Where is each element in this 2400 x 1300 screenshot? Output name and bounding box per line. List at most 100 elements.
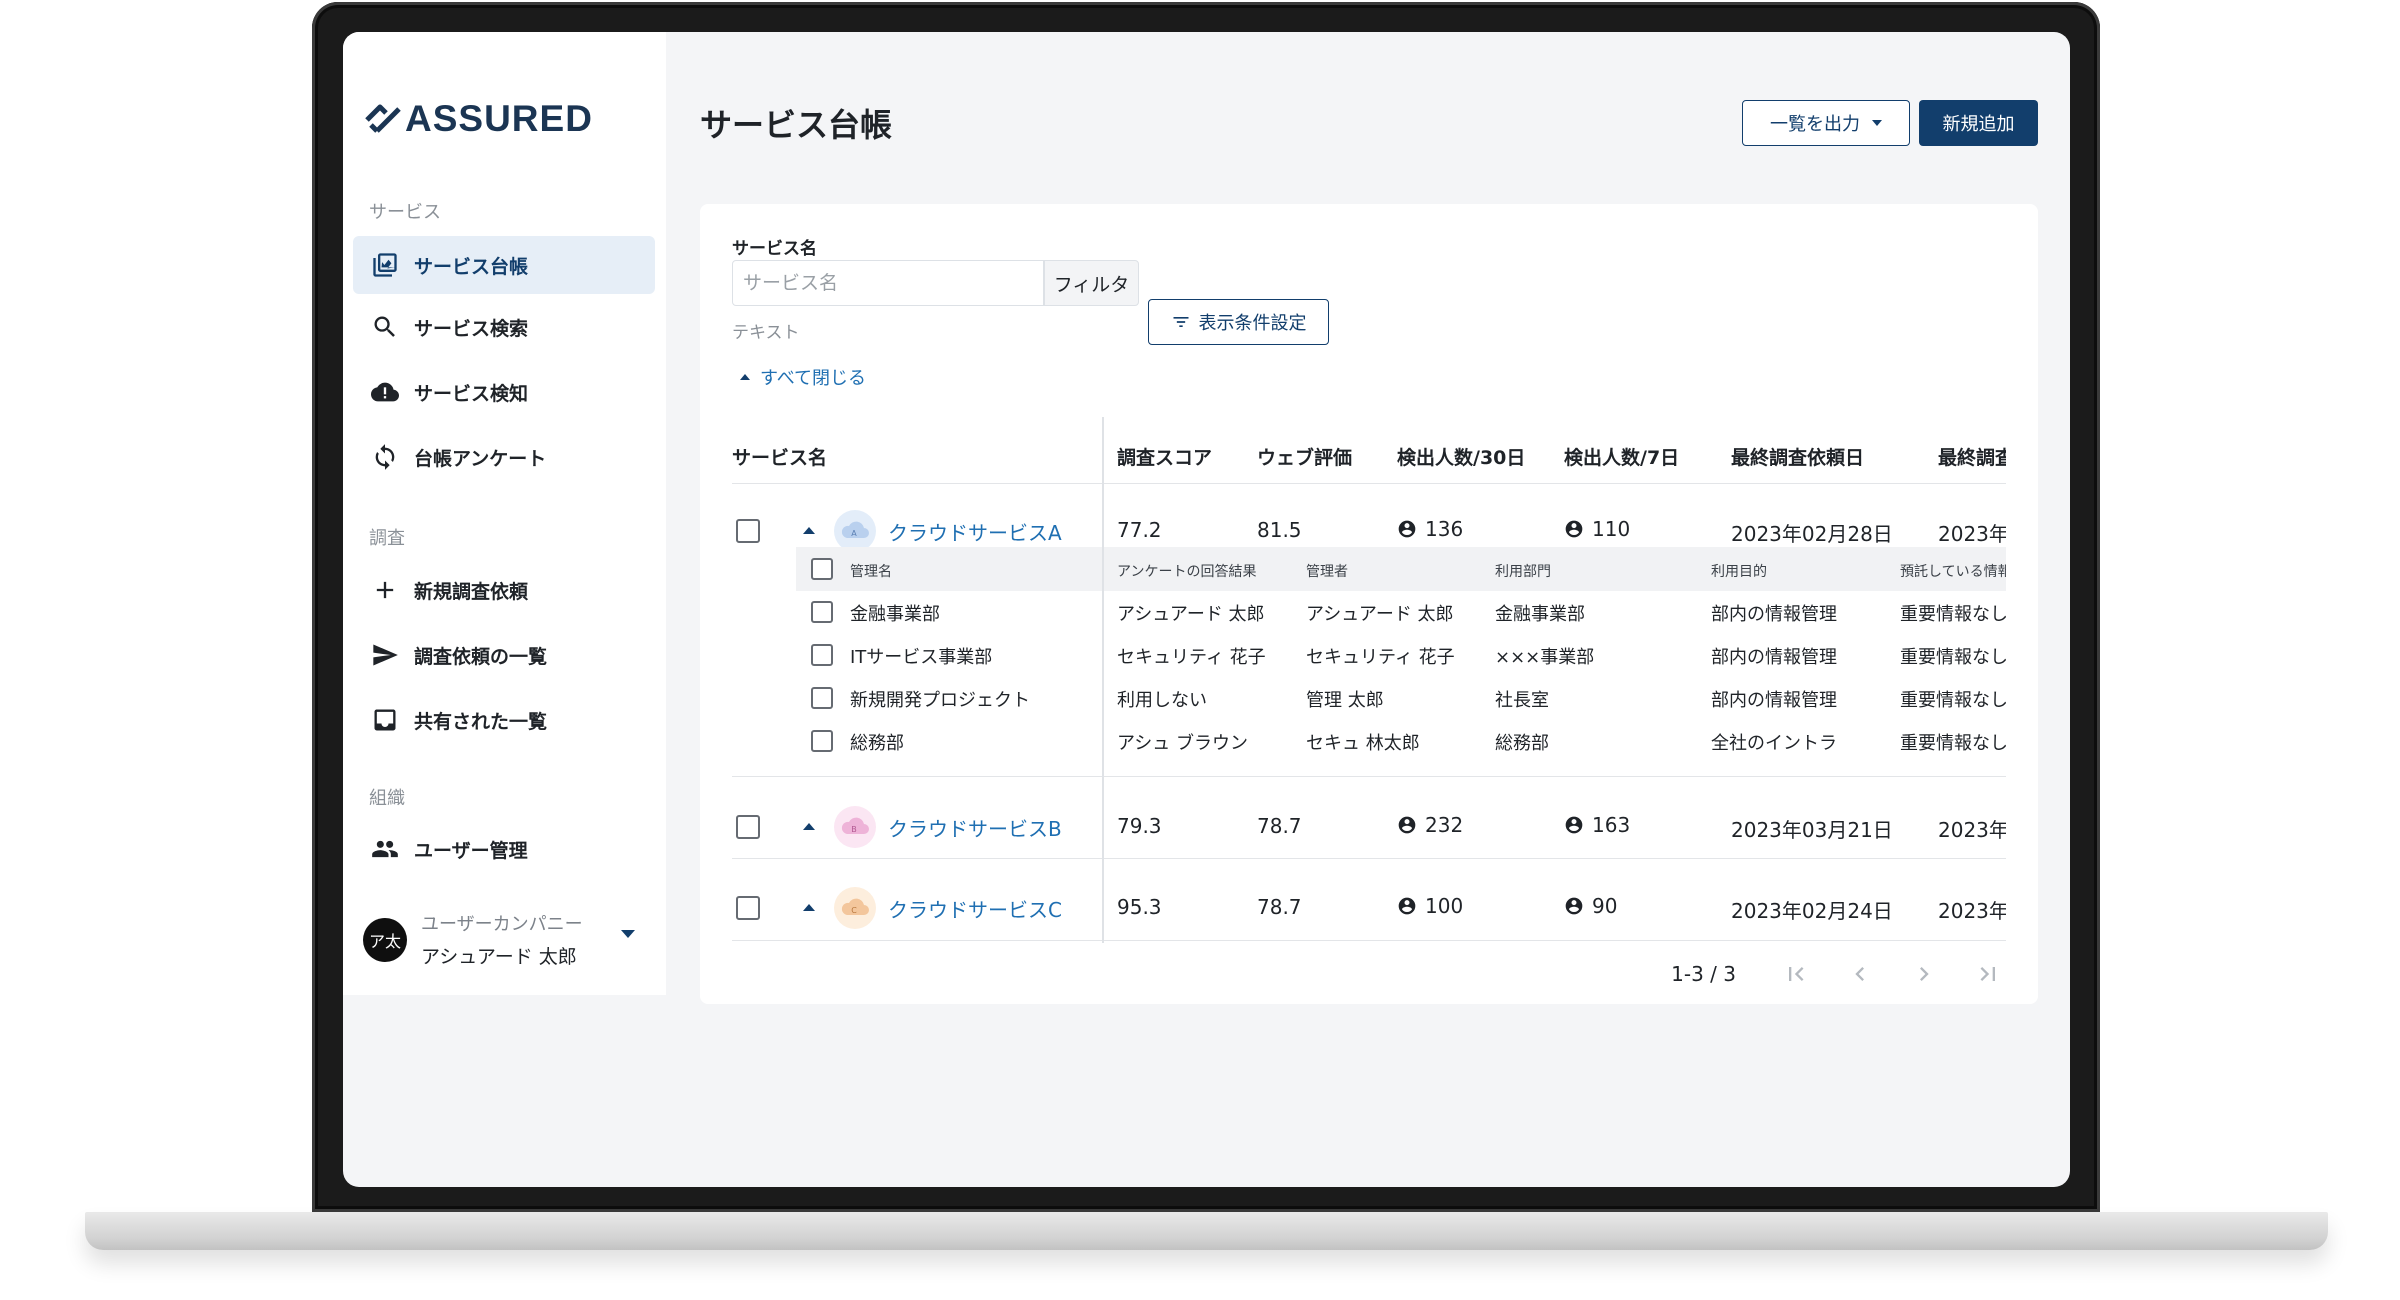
last-survey-cell: 2023年 (1938, 899, 2006, 923)
expand-triangle-icon[interactable] (803, 904, 815, 911)
collapse-triangle-icon (740, 374, 750, 380)
subtable-row-checkbox[interactable] (811, 730, 833, 752)
user-name: アシュアード 太郎 (421, 946, 577, 968)
export-list-button[interactable]: 一覧を出力 (1742, 100, 1910, 146)
row-checkbox[interactable] (736, 815, 760, 839)
user-menu[interactable]: ア太 ユーザーカンパニー アシュアード 太郎 (363, 910, 583, 969)
service-name-search-input[interactable] (732, 260, 1044, 306)
subtable-cell: セキュリティ 花子 (1306, 647, 1455, 668)
add-new-button[interactable]: 新規追加 (1919, 100, 2038, 146)
subtable-header-department: 利用部門 (1495, 564, 1551, 580)
service-name-link[interactable]: クラウドサービスB (888, 813, 1062, 842)
cloud-alert-icon (370, 377, 400, 407)
user-menu-caret-icon[interactable] (621, 930, 635, 938)
last-survey-cell: 2023年 (1938, 522, 2006, 546)
service-name-link[interactable]: クラウドサービスA (888, 517, 1062, 546)
sidebar-item-shared-list[interactable]: 共有された一覧 (353, 691, 655, 749)
users-30d-value: 136 (1425, 517, 1464, 541)
subtable-row-checkbox[interactable] (811, 687, 833, 709)
score-cell: 95.3 (1117, 895, 1162, 919)
users-7d-value: 163 (1592, 813, 1631, 837)
sidebar-item-survey-list[interactable]: 調査依頼の一覧 (353, 626, 655, 684)
subtable-cell: アシュ ブラウン (1117, 733, 1249, 754)
column-header-web-rating[interactable]: ウェブ評価 (1257, 443, 1352, 470)
subtable-cell: セキュリティ 花子 (1117, 647, 1266, 668)
account-circle-icon (1565, 897, 1583, 915)
row-checkbox[interactable] (736, 896, 760, 920)
web-rating-cell: 81.5 (1257, 518, 1302, 542)
subtable-cell: 部内の情報管理 (1711, 604, 1837, 625)
avatar: ア太 (363, 917, 407, 962)
subtable-header-bg (796, 547, 1102, 591)
brand-logo[interactable]: ASSURED (363, 98, 593, 140)
expand-triangle-icon[interactable] (803, 823, 815, 830)
next-page-icon[interactable] (1906, 956, 1942, 992)
section-label-survey: 調査 (369, 528, 405, 549)
column-header-last-request[interactable]: 最終調査依頼日 (1731, 443, 1864, 470)
subtable-header-survey-result: アンケートの回答結果 (1117, 564, 1257, 580)
last-survey-cell: 2023年 (1938, 818, 2006, 842)
users-7d-value: 110 (1592, 517, 1631, 541)
subtable-header-purpose: 利用目的 (1711, 564, 1767, 580)
subtable-cell: 重要情報なし (1900, 733, 2006, 754)
subtable-cell: 重要情報なし (1900, 604, 2006, 625)
pagination-count: 1-3 / 3 (1671, 962, 1736, 986)
subtable-cell: 総務部 (1495, 733, 1549, 754)
library-icon (370, 250, 400, 280)
row-divider (732, 940, 2006, 941)
filter-button[interactable]: フィルタ (1044, 260, 1139, 306)
people-icon (370, 834, 400, 864)
filter-list-icon (1173, 317, 1188, 327)
export-list-label: 一覧を出力 (1770, 114, 1860, 135)
column-header-service-name[interactable]: サービス名 (732, 443, 827, 470)
column-header-users-7d[interactable]: 検出人数/7日 (1564, 443, 1679, 470)
account-circle-icon (1398, 816, 1416, 834)
expand-triangle-icon[interactable] (803, 527, 815, 534)
row-checkbox[interactable] (736, 519, 760, 543)
sidebar-item-user-management[interactable]: ユーザー管理 (353, 820, 655, 878)
sidebar-item-service-detection[interactable]: サービス検知 (353, 363, 655, 421)
previous-page-icon[interactable] (1842, 956, 1878, 992)
sidebar-item-label: 台帳アンケート (414, 447, 547, 470)
subtable-cell: 金融事業部 (1495, 604, 1585, 625)
first-page-icon[interactable] (1778, 956, 1814, 992)
users-30d-cell: 136 (1397, 517, 1463, 541)
column-header-users-30d[interactable]: 検出人数/30日 (1397, 443, 1525, 470)
collapse-all-link[interactable]: すべて閉じる (740, 364, 866, 390)
sidebar-item-new-survey[interactable]: 新規調査依頼 (353, 561, 655, 619)
sidebar-item-label: ユーザー管理 (414, 839, 528, 862)
sidebar-item-label: サービス検知 (414, 382, 529, 405)
last-request-cell: 2023年02月24日 (1731, 899, 1893, 923)
column-header-last-survey[interactable]: 最終調査 (1938, 443, 2006, 470)
sidebar-item-ledger-survey[interactable]: 台帳アンケート (353, 428, 655, 486)
subtable-cell: アシュアード 太郎 (1117, 604, 1265, 625)
column-header-score[interactable]: 調査スコア (1117, 443, 1212, 470)
display-conditions-button[interactable]: 表示条件設定 (1148, 299, 1329, 345)
sidebar-item-label: サービス台帳 (414, 255, 529, 278)
service-table: サービス名 調査スコア ウェブ評価 検出人数/30日 検出人数/7日 最終調査依… (732, 417, 2006, 943)
subtable-header-manage-name: 管理名 (850, 564, 892, 580)
subtable-cell: 総務部 (850, 733, 904, 754)
sidebar-item-service-search[interactable]: サービス検索 (353, 298, 655, 356)
svg-text:B: B (851, 825, 857, 834)
svg-text:C: C (851, 906, 857, 915)
sidebar-item-label: 新規調査依頼 (414, 580, 529, 603)
chevron-down-icon (1872, 120, 1882, 126)
sticky-column-divider (1102, 417, 1104, 943)
brand-name: ASSURED (405, 98, 593, 139)
subtable-select-all-checkbox[interactable] (811, 558, 833, 580)
subtable-cell: 利用しない (1117, 690, 1207, 711)
users-30d-cell: 232 (1397, 813, 1463, 837)
subtable-row-checkbox[interactable] (811, 601, 833, 623)
users-7d-cell: 110 (1564, 517, 1630, 541)
subtable-cell: 新規開発プロジェクト (850, 690, 1030, 711)
last-page-icon[interactable] (1970, 956, 2006, 992)
service-name-link[interactable]: クラウドサービスC (888, 894, 1062, 923)
subtable-header-manager: 管理者 (1306, 564, 1348, 580)
users-30d-value: 232 (1425, 813, 1464, 837)
subtable-row-checkbox[interactable] (811, 644, 833, 666)
subtable-cell: ITサービス事業部 (850, 647, 993, 668)
sidebar-item-label: 調査依頼の一覧 (414, 645, 548, 668)
sidebar-item-service-ledger[interactable]: サービス台帳 (353, 236, 655, 294)
plus-icon (370, 575, 400, 605)
